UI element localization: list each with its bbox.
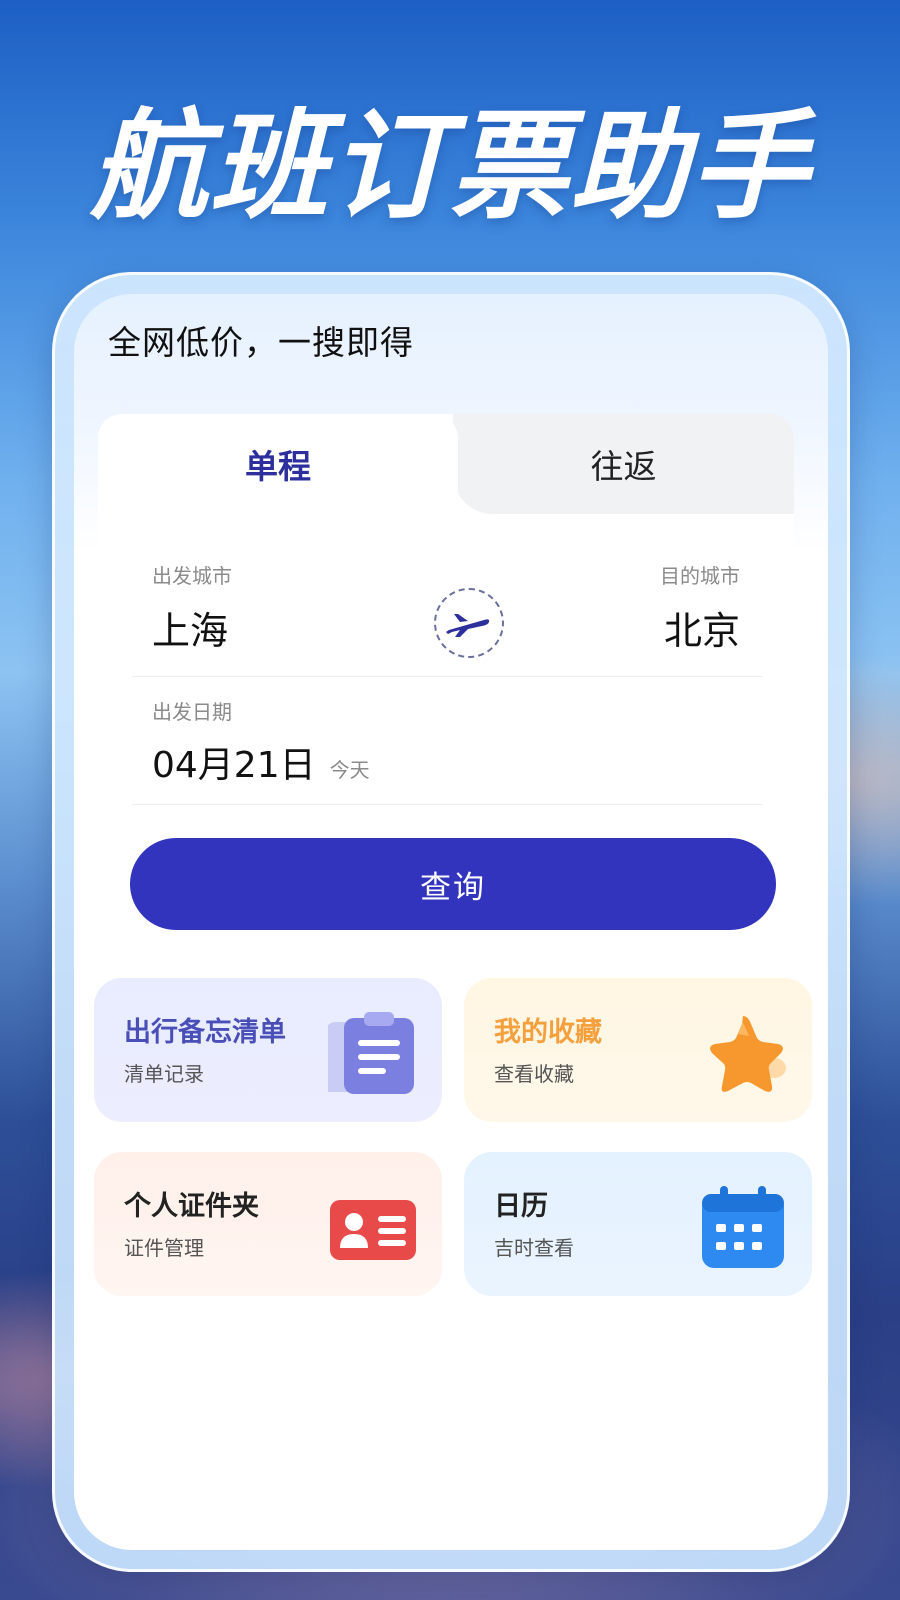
destination-city-label: 目的城市: [660, 564, 740, 588]
tile-title: 个人证件夹: [124, 1191, 259, 1222]
divider: [132, 804, 762, 805]
tile-title: 我的收藏: [494, 1017, 602, 1048]
divider: [132, 676, 762, 677]
promo-headline: 航班订票助手: [89, 97, 810, 235]
tile-subtitle: 查看收藏: [494, 1062, 574, 1086]
departure-date-value: 04月21日: [152, 745, 316, 786]
tile-subtitle: 吉时查看: [494, 1236, 574, 1260]
date-hint: 今天: [329, 758, 370, 782]
slogan-text: 全网低价，一搜即得: [108, 323, 414, 362]
clipboard-icon: [328, 1012, 414, 1094]
tile-subtitle: 证件管理: [124, 1236, 204, 1260]
app-screen: 全网低价，一搜即得 往返 单程 出发城市 上海 目的城市 北京 出发日期 04月…: [74, 294, 828, 1550]
departure-city[interactable]: 上海: [152, 600, 228, 655]
swap-cities-button[interactable]: [434, 588, 504, 658]
airplane-icon: [446, 614, 490, 637]
tab-roundtrip[interactable]: 往返: [453, 414, 794, 514]
id-card-icon: [330, 1200, 416, 1260]
destination-city[interactable]: 北京: [664, 600, 740, 655]
query-button[interactable]: 查询: [130, 838, 776, 930]
star-icon: [710, 1016, 786, 1092]
tile-travel-checklist[interactable]: 出行备忘清单 清单记录: [94, 978, 442, 1122]
departure-date-label: 出发日期: [152, 700, 232, 724]
calendar-icon: [702, 1186, 784, 1268]
departure-city-label: 出发城市: [152, 564, 232, 588]
tile-title: 出行备忘清单: [124, 1017, 286, 1048]
tile-my-favorites[interactable]: 我的收藏 查看收藏: [464, 978, 812, 1122]
departure-date-picker[interactable]: 04月21日 今天: [152, 736, 370, 788]
tile-calendar[interactable]: 日历 吉时查看: [464, 1152, 812, 1296]
tile-id-folder[interactable]: 个人证件夹 证件管理: [94, 1152, 442, 1296]
tile-subtitle: 清单记录: [124, 1062, 204, 1086]
tab-oneway[interactable]: 单程: [98, 414, 458, 514]
tile-title: 日历: [494, 1191, 548, 1222]
